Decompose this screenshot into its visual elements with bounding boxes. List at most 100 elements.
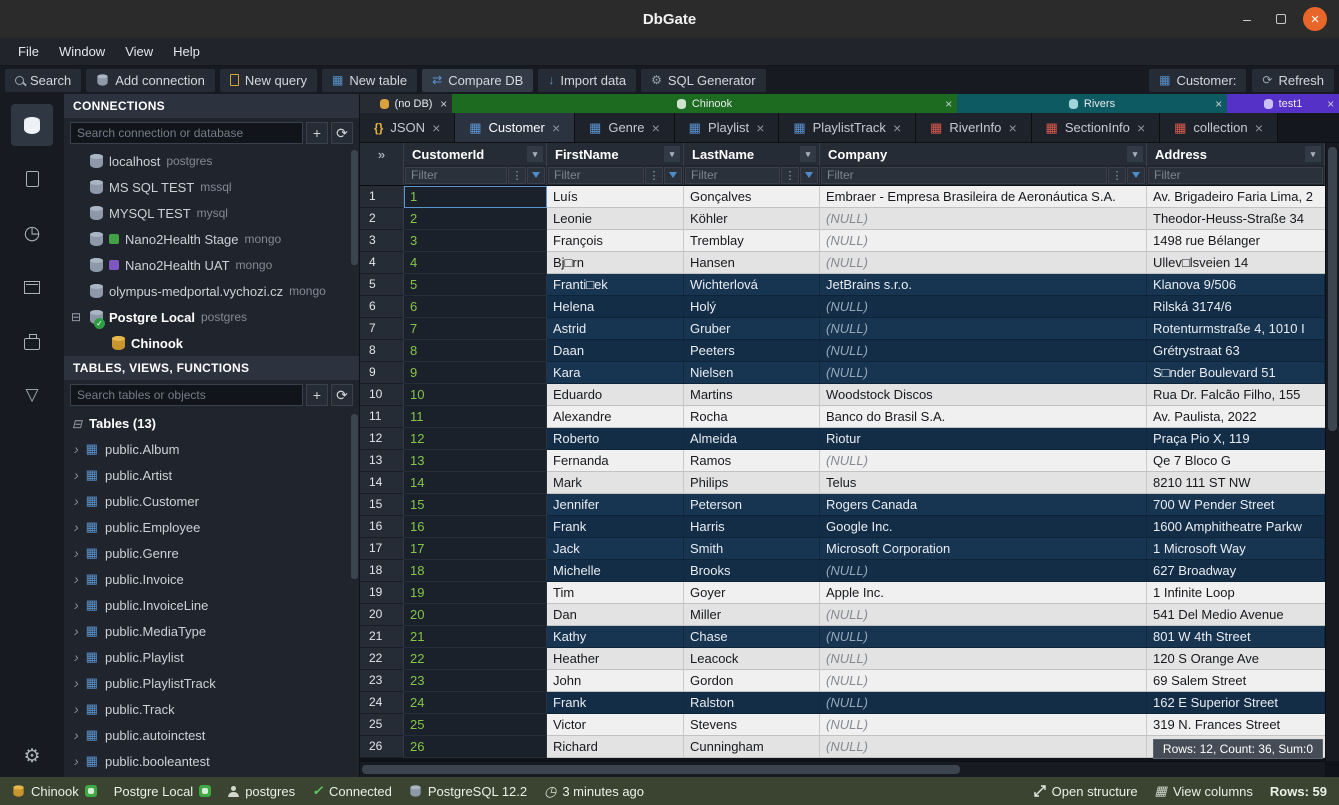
cell-lastname[interactable]: Tremblay [684, 230, 820, 252]
cell-customerid[interactable]: 15 [404, 494, 547, 516]
rail-plugins-button[interactable] [11, 320, 53, 362]
cell-company[interactable]: (NULL) [820, 208, 1147, 230]
cell-lastname[interactable]: Miller [684, 604, 820, 626]
table-list-item[interactable]: public.PlaylistTrack [64, 670, 359, 696]
settings-button[interactable] [11, 735, 53, 777]
cell-customerid[interactable]: 12 [404, 428, 547, 450]
cell-lastname[interactable]: Chase [684, 626, 820, 648]
chevron-down-icon[interactable] [1305, 146, 1321, 162]
cell-firstname[interactable]: Frank [547, 516, 684, 538]
cell-address[interactable]: 541 Del Medio Avenue [1147, 604, 1325, 626]
file-tab[interactable]: PlaylistTrack [779, 113, 916, 142]
menu-item[interactable]: Window [49, 40, 115, 63]
cell-lastname[interactable]: Peterson [684, 494, 820, 516]
row-number[interactable]: 7 [360, 318, 404, 340]
cell-lastname[interactable]: Stevens [684, 714, 820, 736]
row-number[interactable]: 20 [360, 604, 404, 626]
table-list-item[interactable]: public.Album [64, 436, 359, 462]
cell-company[interactable]: JetBrains s.r.o. [820, 274, 1147, 296]
cell-address[interactable]: Klanova 9/506 [1147, 274, 1325, 296]
rail-history-button[interactable] [11, 212, 53, 254]
cell-customerid[interactable]: 7 [404, 318, 547, 340]
cell-firstname[interactable]: Astrid [547, 318, 684, 340]
close-icon[interactable] [1255, 120, 1263, 136]
cell-customerid[interactable]: 26 [404, 736, 547, 758]
cell-firstname[interactable]: Michelle [547, 560, 684, 582]
cell-lastname[interactable]: Rocha [684, 406, 820, 428]
cell-address[interactable]: 1498 rue Bélanger [1147, 230, 1325, 252]
connection-item[interactable]: olympus-medportal.vychozi.cz mongo [64, 278, 359, 304]
db-tab-rivers[interactable]: Rivers [957, 94, 1227, 113]
table-list-item[interactable]: public.MediaType [64, 618, 359, 644]
tables-search-input[interactable] [70, 384, 303, 406]
cell-firstname[interactable]: Kathy [547, 626, 684, 648]
cell-lastname[interactable]: Peeters [684, 340, 820, 362]
cell-company[interactable]: Banco do Brasil S.A. [820, 406, 1147, 428]
cell-company[interactable]: Telus [820, 472, 1147, 494]
filter-input[interactable] [405, 167, 507, 184]
row-number[interactable]: 2 [360, 208, 404, 230]
db-tab-test1[interactable]: test1 [1227, 94, 1339, 113]
menu-item[interactable]: View [115, 40, 163, 63]
filter-menu-icon[interactable] [508, 167, 526, 184]
row-number[interactable]: 14 [360, 472, 404, 494]
filter-input[interactable] [1148, 167, 1323, 184]
cell-firstname[interactable]: Franti□ek [547, 274, 684, 296]
cell-address[interactable]: Praça Pio X, 119 [1147, 428, 1325, 450]
close-icon[interactable] [1215, 97, 1222, 111]
connection-item[interactable]: localhost postgres [64, 148, 359, 174]
cell-company[interactable]: (NULL) [820, 714, 1147, 736]
cell-lastname[interactable]: Gordon [684, 670, 820, 692]
chevron-down-icon[interactable] [664, 146, 680, 162]
close-icon[interactable] [1327, 97, 1334, 111]
cell-lastname[interactable]: Harris [684, 516, 820, 538]
cell-customerid[interactable]: 16 [404, 516, 547, 538]
cell-customerid[interactable]: 22 [404, 648, 547, 670]
row-number[interactable]: 21 [360, 626, 404, 648]
menu-item[interactable]: File [8, 40, 49, 63]
cell-firstname[interactable]: Jack [547, 538, 684, 560]
row-number[interactable]: 11 [360, 406, 404, 428]
cell-company[interactable]: Rogers Canada [820, 494, 1147, 516]
cell-company[interactable]: Riotur [820, 428, 1147, 450]
current-cell-button[interactable]: Customer: [1149, 69, 1246, 92]
close-icon[interactable] [432, 120, 440, 136]
cell-lastname[interactable]: Gruber [684, 318, 820, 340]
cell-lastname[interactable]: Smith [684, 538, 820, 560]
cell-customerid[interactable]: 11 [404, 406, 547, 428]
chevron-down-icon[interactable] [1127, 146, 1143, 162]
table-list-item[interactable]: public.autoinctest [64, 722, 359, 748]
file-tab[interactable]: Genre [575, 113, 675, 142]
cell-address[interactable]: 627 Broadway [1147, 560, 1325, 582]
cell-lastname[interactable]: Gonçalves [684, 186, 820, 208]
row-number[interactable]: 25 [360, 714, 404, 736]
cell-address[interactable]: 700 W Pender Street [1147, 494, 1325, 516]
row-number[interactable]: 16 [360, 516, 404, 538]
row-number[interactable]: 23 [360, 670, 404, 692]
cell-firstname[interactable]: Daan [547, 340, 684, 362]
connection-item[interactable]: MYSQL TEST mysql [64, 200, 359, 226]
horizontal-scrollbar[interactable] [360, 761, 1325, 777]
cell-firstname[interactable]: Kara [547, 362, 684, 384]
cell-firstname[interactable]: Jennifer [547, 494, 684, 516]
close-icon[interactable] [1008, 120, 1016, 136]
new-table-button[interactable]: New table [322, 69, 417, 92]
cell-firstname[interactable]: Roberto [547, 428, 684, 450]
cell-lastname[interactable]: Hansen [684, 252, 820, 274]
cell-firstname[interactable]: Richard [547, 736, 684, 758]
horizontal-scrollbar-thumb[interactable] [362, 765, 960, 774]
sidebar-scrollbar-thumb[interactable] [351, 414, 358, 579]
cell-customerid[interactable]: 20 [404, 604, 547, 626]
db-tab-chinook[interactable]: Chinook [452, 94, 957, 113]
cell-company[interactable]: Woodstock Discos [820, 384, 1147, 406]
cell-firstname[interactable]: John [547, 670, 684, 692]
cell-customerid[interactable]: 9 [404, 362, 547, 384]
add-connection-icon-button[interactable] [306, 122, 328, 144]
vertical-scrollbar[interactable] [1325, 143, 1339, 761]
maximize-button[interactable] [1269, 7, 1293, 31]
cell-address[interactable]: Rotenturmstraße 4, 1010 I [1147, 318, 1325, 340]
cell-customerid[interactable]: 21 [404, 626, 547, 648]
close-icon[interactable] [552, 120, 560, 136]
cell-firstname[interactable]: Mark [547, 472, 684, 494]
cell-firstname[interactable]: Victor [547, 714, 684, 736]
